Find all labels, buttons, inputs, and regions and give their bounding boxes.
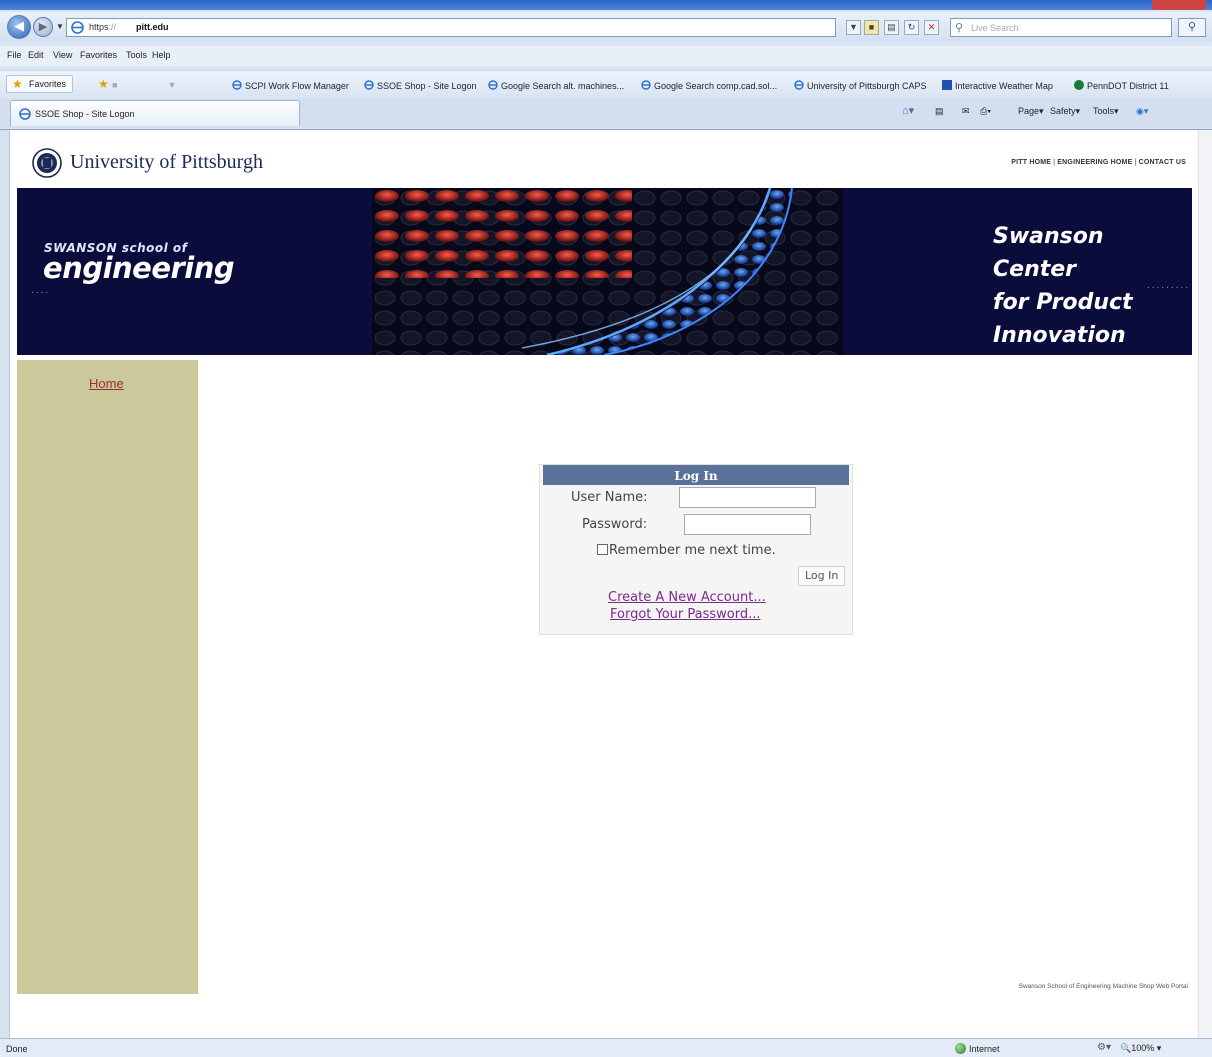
history-dropdown-icon[interactable]: ▼ (56, 22, 64, 31)
page-menu[interactable]: Page▾ (1018, 106, 1044, 117)
back-button[interactable]: ◀ (7, 15, 31, 39)
read-mail-icon[interactable]: ✉ (962, 106, 970, 117)
favorites-bar: ★ Favorites ★ ■ ▼ SCPI Work Flow Manager … (0, 70, 1212, 96)
zoom-level[interactable]: 🔍100% ▾ (1120, 1043, 1161, 1054)
fav-link-ssoe-shop[interactable]: SSOE Shop - Site Logon (364, 80, 477, 91)
menu-favorites[interactable]: Favorites (80, 50, 117, 60)
ie-page-icon (232, 80, 242, 90)
page-viewport: University of Pittsburgh PITT HOME | ENGIN… (10, 130, 1198, 1038)
decorative-dots: .... (31, 285, 51, 296)
security-zone[interactable]: Internet (955, 1043, 1000, 1054)
menu-view[interactable]: View (53, 50, 72, 60)
engineering-home-link[interactable]: ENGINEERING HOME (1057, 159, 1132, 166)
login-panel: Log In User Name: Password: Remember me … (539, 464, 853, 635)
suggested-sites-icon[interactable]: ■ ▼ (112, 80, 176, 90)
menu-file[interactable]: File (7, 50, 22, 60)
top-links: PITT HOME | ENGINEERING HOME | CONTACT US (1011, 159, 1186, 166)
ie-page-icon (364, 80, 374, 90)
search-box[interactable]: ⚲ Live Search (950, 18, 1172, 37)
fav-link-google-alt[interactable]: Google Search alt. machines... (488, 80, 624, 91)
home-icon[interactable]: ⌂▾ (902, 104, 914, 117)
fav-link-pitt-caps[interactable]: University of Pittsburgh CAPS (794, 80, 927, 91)
print-icon[interactable]: ⎙▾ (980, 106, 991, 117)
ie-page-icon (71, 21, 84, 34)
fav-link-penndot[interactable]: PennDOT District 11 (1074, 80, 1169, 91)
ie-page-icon (641, 80, 651, 90)
weather-icon (942, 80, 952, 90)
menu-bar: File Edit View Favorites Tools Help (0, 46, 1212, 66)
refresh-icon[interactable]: ↻ (904, 20, 919, 35)
banner-photo (372, 188, 842, 355)
compat-view-icon[interactable]: ▼ (846, 20, 861, 35)
login-button[interactable]: Log In (798, 566, 846, 586)
vertical-scrollbar[interactable] (1198, 130, 1212, 1038)
stop-icon[interactable]: ✕ (924, 20, 939, 35)
feeds-icon[interactable]: ▤ (935, 106, 944, 117)
forgot-password-link[interactable]: Forgot Your Password... (610, 607, 761, 622)
help-icon[interactable]: ◉▾ (1136, 106, 1148, 117)
header-banner: SWANSON school of engineering .... Swans… (17, 188, 1192, 355)
login-title: Log In (543, 465, 849, 485)
create-account-link[interactable]: Create A New Account... (608, 590, 766, 605)
window-frame-left (0, 130, 10, 1038)
remember-label: Remember me next time. (609, 543, 776, 558)
safety-menu[interactable]: Safety▾ (1050, 106, 1080, 117)
contact-us-link[interactable]: CONTACT US (1139, 159, 1186, 166)
remember-checkbox[interactable] (597, 544, 608, 555)
username-label: User Name: (571, 490, 648, 505)
tab-row: SSOE Shop - Site Logon ⌂▾ ▤ ✉ ⎙▾ Page▾ S… (0, 98, 1212, 128)
password-field[interactable] (684, 514, 811, 535)
fav-link-weather-map[interactable]: Interactive Weather Map (942, 80, 1053, 91)
star-icon: ★ (12, 77, 23, 91)
ie-page-icon (794, 80, 804, 90)
pitt-home-link[interactable]: PITT HOME (1011, 159, 1051, 166)
address-bar-row: ◀ ▶ ▼ https:// pitt.edu ▼ ■ ▤ ↻ ✕ ⚲ Live… (0, 12, 1212, 42)
password-label: Password: (582, 517, 648, 532)
window-title-bar (0, 0, 1212, 10)
menu-edit[interactable]: Edit (28, 50, 44, 60)
decorative-dots: ......... (1147, 280, 1191, 291)
lock-icon[interactable]: ■ (864, 20, 879, 35)
ie-page-icon (19, 108, 31, 120)
nav-home-link[interactable]: Home (89, 376, 124, 391)
remember-me[interactable]: Remember me next time. (597, 543, 776, 558)
fav-link-scpi[interactable]: SCPI Work Flow Manager (232, 80, 349, 91)
forward-button[interactable]: ▶ (33, 17, 53, 37)
tab-ssoe-shop[interactable]: SSOE Shop - Site Logon (10, 100, 300, 126)
address-url: https:// pitt.edu (89, 22, 169, 32)
university-name[interactable]: University of Pittsburgh (70, 151, 263, 174)
pitt-seal-icon (32, 148, 62, 178)
menu-help[interactable]: Help (152, 50, 171, 60)
menu-tools[interactable]: Tools (126, 50, 147, 60)
add-favorite-icon[interactable]: ★ (98, 77, 109, 91)
search-placeholder: Live Search (971, 23, 1019, 33)
globe-icon (955, 1043, 966, 1054)
left-nav: Home (17, 360, 198, 994)
protected-mode-icon[interactable]: ⚙▾ (1097, 1042, 1111, 1053)
fav-link-google-cad[interactable]: Google Search comp.cad.sol... (641, 80, 777, 91)
rss-icon[interactable]: ▤ (884, 20, 899, 35)
search-go-button[interactable]: ⚲ (1178, 18, 1206, 37)
tab-title: SSOE Shop - Site Logon (35, 109, 135, 119)
status-text: Done (6, 1044, 28, 1054)
username-field[interactable] (679, 487, 816, 508)
school-name-big: engineering (43, 251, 235, 285)
status-bar: Done Internet ⚙▾ 🔍100% ▾ (0, 1038, 1212, 1057)
penndot-icon (1074, 80, 1084, 90)
browser-chrome: ◀ ▶ ▼ https:// pitt.edu ▼ ■ ▤ ↻ ✕ ⚲ Live… (0, 0, 1212, 130)
search-icon: ⚲ (955, 22, 964, 34)
window-controls[interactable] (1152, 0, 1206, 10)
address-bar[interactable]: https:// pitt.edu (66, 18, 836, 37)
tools-menu[interactable]: Tools▾ (1093, 106, 1119, 117)
footer-text: Swanson School of Engineering Machine Sh… (1018, 983, 1188, 990)
ie-page-icon (488, 80, 498, 90)
favorites-button[interactable]: ★ Favorites (6, 75, 74, 93)
